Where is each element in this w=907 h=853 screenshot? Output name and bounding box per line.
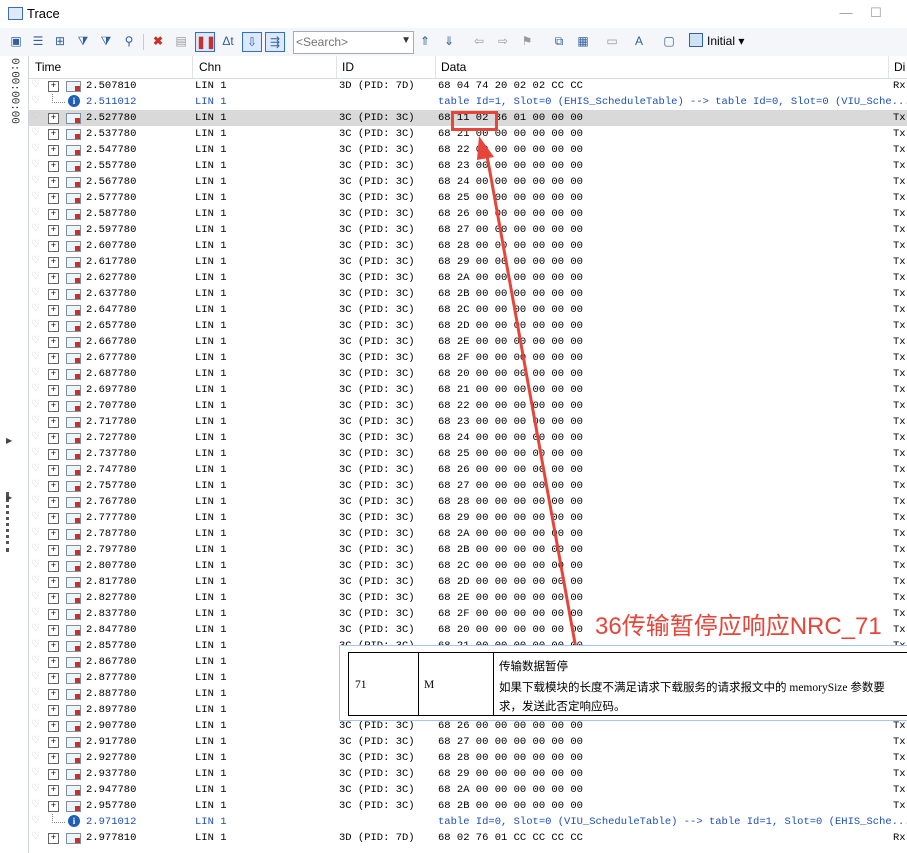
nrc-title: 传输数据暂停 [499, 661, 568, 673]
nrc-code: 71 [355, 679, 367, 691]
annotation-text: 36传输暂停应响应NRC_71 [595, 613, 882, 640]
nrc-table: 71 M 传输数据暂停 如果下载模块的长度不满足请求下载服务的请求报文中的 me… [348, 652, 907, 716]
table-border [418, 653, 419, 715]
nrc-level: M [424, 679, 435, 691]
nrc-tooltip: 71 M 传输数据暂停 如果下载模块的长度不满足请求下载服务的请求报文中的 me… [339, 645, 907, 721]
table-border [493, 653, 494, 715]
nrc-description: 如果下载模块的长度不满足请求下载服务的请求报文中的 memorySize 参数要… [499, 682, 885, 713]
annotation-arrow [477, 136, 580, 661]
table-border [348, 653, 349, 715]
